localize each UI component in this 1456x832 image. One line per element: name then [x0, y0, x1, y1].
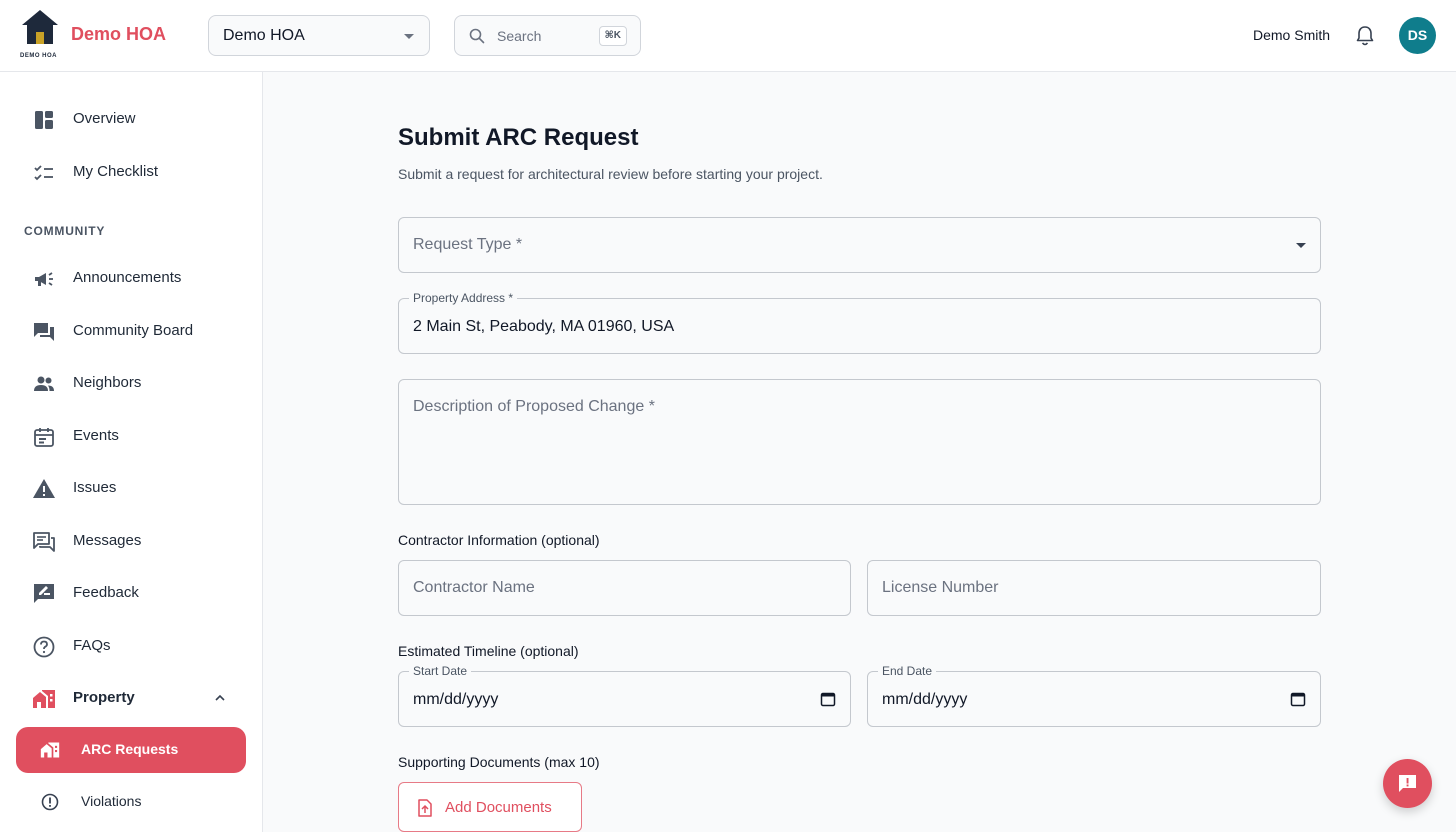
section-label-community: COMMUNITY — [24, 224, 106, 238]
alert-circle-icon — [41, 793, 59, 811]
sidebar-item-label: Messages — [73, 532, 142, 549]
sidebar: Overview My Checklist COMMUNITY Announce… — [0, 72, 263, 832]
property-icon — [33, 690, 55, 708]
top-header: DEMO HOA Demo HOA Demo HOA Search ⌘K Dem… — [0, 0, 1456, 72]
help-circle-icon — [33, 636, 55, 658]
page-title: Submit ARC Request — [398, 124, 639, 151]
page-subtitle: Submit a request for architectural revie… — [398, 166, 823, 182]
search-box[interactable]: Search ⌘K — [454, 15, 641, 56]
sidebar-item-overview[interactable]: Overview — [16, 96, 246, 142]
contractor-name-placeholder: Contractor Name — [413, 579, 535, 596]
calendar-icon — [34, 428, 54, 447]
contractor-section-label: Contractor Information (optional) — [398, 532, 600, 548]
hoa-selector[interactable]: Demo HOA — [208, 15, 430, 56]
sidebar-item-community-board[interactable]: Community Board — [16, 308, 246, 354]
documents-section-label: Supporting Documents (max 10) — [398, 754, 600, 770]
contractor-name-field[interactable]: Contractor Name — [398, 560, 851, 616]
request-type-select[interactable]: Request Type * — [398, 217, 1321, 273]
people-icon — [34, 376, 54, 391]
timeline-section-label: Estimated Timeline (optional) — [398, 643, 579, 659]
dashboard-icon — [35, 111, 53, 129]
megaphone-icon — [35, 272, 53, 286]
property-address-field[interactable]: Property Address * 2 Main St, Peabody, M… — [398, 291, 1321, 354]
sidebar-item-violations[interactable]: Violations — [16, 779, 246, 825]
license-number-field[interactable]: License Number — [867, 560, 1321, 616]
sidebar-item-arc-requests[interactable]: ARC Requests — [16, 727, 246, 773]
caret-down-icon — [404, 34, 414, 39]
end-date-label: End Date — [878, 664, 937, 678]
search-placeholder: Search — [497, 28, 542, 44]
checklist-icon — [34, 165, 53, 181]
sidebar-item-events[interactable]: Events — [16, 413, 246, 459]
sidebar-item-label: Announcements — [73, 269, 182, 286]
logo-text: DEMO HOA — [20, 53, 57, 59]
feedback-icon — [34, 584, 54, 603]
sidebar-item-neighbors[interactable]: Neighbors — [16, 360, 246, 406]
add-documents-label: Add Documents — [445, 799, 552, 816]
sidebar-item-feedback[interactable]: Feedback — [16, 570, 246, 616]
sidebar-item-label: FAQs — [73, 637, 111, 654]
calendar-icon[interactable] — [820, 691, 836, 707]
feedback-fab-button[interactable] — [1383, 759, 1432, 808]
sidebar-item-label: Neighbors — [73, 374, 142, 391]
search-icon — [469, 28, 485, 44]
chat-icon — [33, 532, 55, 552]
sidebar-item-label: Community Board — [73, 322, 194, 339]
search-shortcut: ⌘K — [598, 26, 627, 46]
license-number-placeholder: License Number — [882, 579, 999, 596]
hoa-selector-value: Demo HOA — [223, 27, 305, 44]
sidebar-item-label: Property — [73, 689, 135, 706]
start-date-label: Start Date — [409, 664, 472, 678]
bell-icon[interactable] — [1355, 25, 1375, 47]
sidebar-item-label: Feedback — [73, 584, 139, 601]
sidebar-item-checklist[interactable]: My Checklist — [16, 149, 246, 195]
warning-icon — [33, 479, 55, 498]
start-date-value: mm/dd/yyyy — [413, 691, 499, 708]
property-address-label: Property Address * — [409, 291, 518, 305]
calendar-icon[interactable] — [1290, 691, 1306, 707]
end-date-field[interactable]: End Date mm/dd/yyyy — [867, 664, 1321, 727]
add-documents-button[interactable]: Add Documents — [398, 782, 582, 832]
sidebar-item-label: ARC Requests — [81, 741, 179, 757]
request-type-placeholder: Request Type * — [413, 236, 523, 253]
sidebar-item-issues[interactable]: Issues — [16, 465, 246, 511]
sidebar-item-faqs[interactable]: FAQs — [16, 623, 246, 669]
description-textarea[interactable]: Description of Proposed Change * — [398, 379, 1321, 505]
end-date-value: mm/dd/yyyy — [882, 691, 968, 708]
property-address-value: 2 Main St, Peabody, MA 01960, USA — [413, 318, 675, 335]
file-upload-icon — [418, 799, 432, 817]
brand-name[interactable]: Demo HOA — [71, 24, 166, 45]
sidebar-item-announcements[interactable]: Announcements — [16, 255, 246, 301]
start-date-field[interactable]: Start Date mm/dd/yyyy — [398, 664, 851, 727]
house-icon — [40, 742, 60, 758]
caret-down-icon — [1296, 243, 1306, 248]
sidebar-item-messages[interactable]: Messages — [16, 518, 246, 564]
sidebar-item-label: Violations — [81, 793, 142, 809]
report-message-icon — [1399, 775, 1416, 792]
user-name[interactable]: Demo Smith — [1253, 27, 1330, 43]
sidebar-item-label: Issues — [73, 479, 117, 496]
chevron-up-icon[interactable] — [214, 692, 226, 704]
sidebar-item-label: Overview — [73, 110, 136, 127]
sidebar-item-label: My Checklist — [73, 163, 159, 180]
avatar[interactable]: DS — [1399, 17, 1436, 54]
sidebar-item-label: Events — [73, 427, 119, 444]
description-placeholder: Description of Proposed Change * — [413, 398, 655, 415]
main-content: Submit ARC Request Submit a request for … — [263, 72, 1456, 832]
sidebar-item-property[interactable]: Property — [16, 675, 246, 721]
forum-icon — [34, 323, 54, 341]
